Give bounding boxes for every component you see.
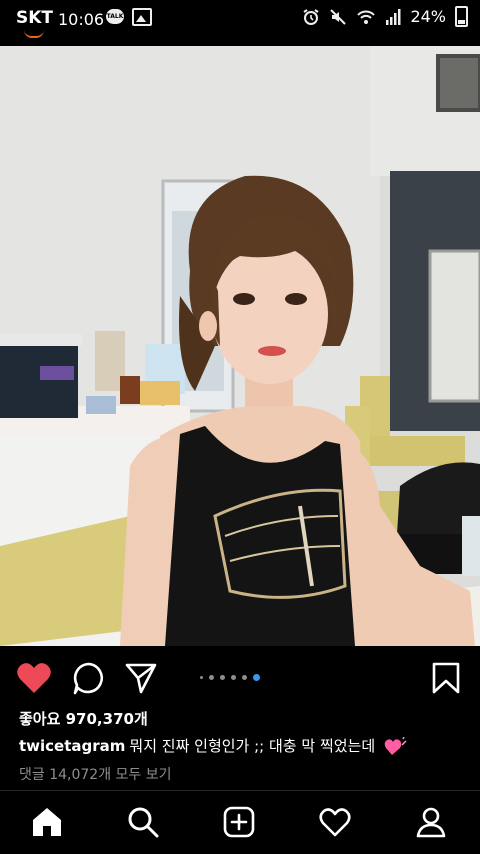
signal-icon [386,8,401,25]
carousel-dot-active [253,674,260,681]
activity-heart-icon[interactable] [318,805,352,839]
profile-icon[interactable] [414,805,448,839]
carousel-dot [220,675,225,680]
carrier-logo [24,30,44,38]
carousel-dot [242,675,247,680]
post-caption: twicetagram 뭐지 진짜 인형인가 ;; 대충 막 찍었는데 [19,735,408,757]
caption-text: 뭐지 진짜 인형인가 ;; 대충 막 찍었는데 [129,737,376,755]
like-heart-icon[interactable] [16,661,52,695]
wifi-icon [357,10,376,24]
carousel-indicator [200,674,260,681]
carousel-dot [209,675,214,680]
clock: 10:06 [58,10,105,29]
bottom-navigation [0,790,480,854]
battery-percent: 24% [410,7,446,26]
view-all-comments-link[interactable]: 댓글 14,072개 모두 보기 [19,764,172,784]
search-icon[interactable] [126,805,160,839]
bookmark-icon[interactable] [431,661,461,695]
kakaotalk-icon: TALK [106,9,124,24]
home-icon[interactable] [30,805,64,839]
battery-icon [455,6,468,27]
add-post-icon[interactable] [222,805,256,839]
carousel-dot [200,676,203,679]
gallery-icon [132,8,152,26]
carrier-name: SKT [16,8,54,28]
caption-username[interactable]: twicetagram [19,737,125,755]
alarm-icon [303,8,319,25]
pink-heart-emoji-icon [384,736,407,755]
share-icon[interactable] [124,661,158,695]
comment-icon[interactable] [72,661,106,695]
post-actions [0,647,480,707]
like-count[interactable]: 좋아요 970,370개 [19,708,148,729]
mute-icon [330,8,347,25]
post-photo[interactable] [0,46,480,646]
status-bar: SKT 10:06 TALK 24% [0,0,480,40]
carousel-dot [231,675,236,680]
